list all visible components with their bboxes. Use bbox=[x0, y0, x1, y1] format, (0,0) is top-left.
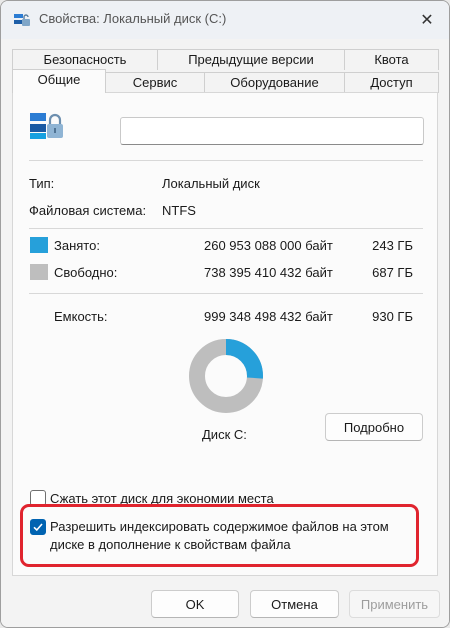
tab-label: Безопасность bbox=[43, 52, 127, 67]
close-button[interactable]: ✕ bbox=[409, 5, 445, 35]
window-title: Свойства: Локальный диск (C:) bbox=[39, 11, 227, 26]
capacity-label: Емкость: bbox=[54, 309, 108, 324]
tab-service[interactable]: Сервис bbox=[105, 72, 205, 93]
index-label-line2: диске в дополнение к свойствам файла bbox=[50, 537, 291, 552]
filesystem-value: NTFS bbox=[162, 203, 196, 218]
tab-label: Оборудование bbox=[230, 75, 319, 90]
free-bytes: 738 395 410 432 байт bbox=[204, 265, 333, 280]
tab-security[interactable]: Безопасность bbox=[12, 49, 158, 70]
disk-label: Диск C: bbox=[202, 427, 247, 442]
ok-button[interactable]: OK bbox=[151, 590, 239, 618]
general-tab-panel: Тип: Локальный диск Файловая система: NT… bbox=[12, 92, 438, 576]
tab-label: Общие bbox=[37, 72, 81, 87]
details-button[interactable]: Подробно bbox=[325, 413, 423, 441]
tab-sharing[interactable]: Доступ bbox=[344, 72, 439, 93]
compress-checkbox[interactable] bbox=[30, 490, 46, 506]
tab-general[interactable]: Общие bbox=[12, 69, 106, 93]
ok-button-label: OK bbox=[185, 596, 205, 612]
index-checkbox[interactable] bbox=[30, 519, 46, 535]
divider bbox=[29, 293, 423, 294]
drive-properties-icon bbox=[14, 14, 30, 26]
tab-previous-versions[interactable]: Предыдущие версии bbox=[157, 49, 345, 70]
apply-button[interactable]: Применить bbox=[349, 590, 440, 618]
used-space-swatch bbox=[30, 237, 48, 253]
apply-button-label: Применить bbox=[360, 596, 429, 612]
details-button-label: Подробно bbox=[343, 419, 405, 435]
free-label: Свободно: bbox=[54, 265, 118, 280]
drive-name-input[interactable] bbox=[120, 117, 424, 145]
free-gb: 687 ГБ bbox=[372, 265, 413, 280]
tab-label: Квота bbox=[374, 52, 409, 67]
title-bar[interactable]: Свойства: Локальный диск (C:) ✕ bbox=[1, 1, 449, 39]
used-label: Занято: bbox=[54, 238, 100, 253]
capacity-gb: 930 ГБ bbox=[372, 309, 413, 324]
cancel-button[interactable]: Отмена bbox=[250, 590, 339, 618]
compress-label: Сжать этот диск для экономии места bbox=[50, 491, 274, 506]
tab-quota[interactable]: Квота bbox=[344, 49, 439, 70]
tab-hardware[interactable]: Оборудование bbox=[204, 72, 345, 93]
checkmark-icon bbox=[33, 523, 43, 532]
cancel-button-label: Отмена bbox=[271, 596, 318, 612]
type-value: Локальный диск bbox=[162, 176, 260, 191]
used-gb: 243 ГБ bbox=[372, 238, 413, 253]
disk-usage-chart bbox=[189, 339, 263, 413]
used-bytes: 260 953 088 000 байт bbox=[204, 238, 333, 253]
free-space-swatch bbox=[30, 264, 48, 280]
type-label: Тип: bbox=[29, 176, 55, 191]
close-icon: ✕ bbox=[420, 12, 434, 29]
tab-label: Доступ bbox=[370, 75, 413, 90]
divider bbox=[29, 228, 423, 229]
tab-label: Предыдущие версии bbox=[188, 52, 314, 67]
drive-lock-icon bbox=[30, 113, 63, 139]
divider bbox=[29, 160, 423, 161]
tab-label: Сервис bbox=[132, 75, 178, 90]
capacity-bytes: 999 348 498 432 байт bbox=[204, 309, 333, 324]
properties-dialog: Свойства: Локальный диск (C:) ✕ Безопасн… bbox=[0, 0, 450, 628]
index-label-line1: Разрешить индексировать содержимое файло… bbox=[50, 519, 389, 534]
filesystem-label: Файловая система: bbox=[29, 203, 147, 218]
